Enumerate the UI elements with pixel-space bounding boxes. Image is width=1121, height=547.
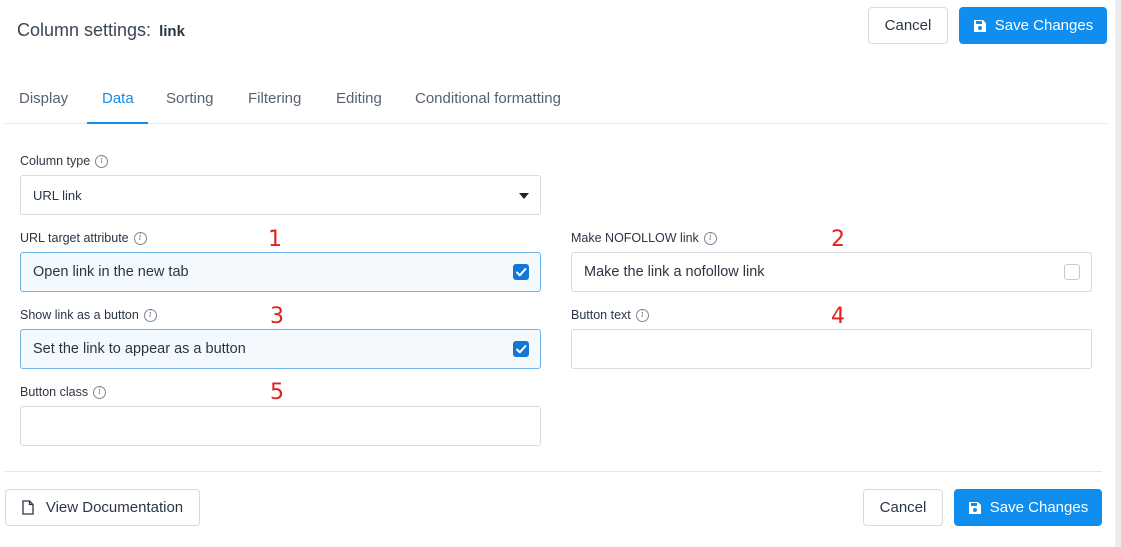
button-text-label: Button text i [571, 308, 649, 322]
tab-sorting[interactable]: Sorting [166, 82, 214, 124]
nofollow-field[interactable]: Make the link a nofollow link [571, 252, 1092, 292]
tab-label: Editing [336, 90, 382, 107]
info-icon[interactable]: i [93, 385, 107, 399]
caret-down-icon [519, 193, 529, 199]
button-class-label: Button class i [20, 385, 107, 399]
label-text: Column type [20, 154, 91, 168]
label-text: Make NOFOLLOW link [571, 231, 699, 245]
info-icon[interactable]: i [635, 308, 649, 322]
checkbox-checked-icon[interactable] [513, 264, 529, 280]
cancel-button-bottom[interactable]: Cancel [863, 489, 943, 526]
save-button-bottom[interactable]: Save Changes [954, 489, 1102, 526]
footer-divider [5, 471, 1102, 472]
view-documentation-button[interactable]: View Documentation [5, 489, 200, 526]
url-target-field[interactable]: Open link in the new tab [20, 252, 541, 292]
link-as-button-label: Show link as a button i [20, 308, 157, 322]
link-as-button-field[interactable]: Set the link to appear as a button [20, 329, 541, 369]
option-text: Open link in the new tab [33, 264, 189, 280]
tab-display[interactable]: Display [19, 82, 68, 124]
option-text: Set the link to appear as a button [33, 341, 246, 357]
button-class-input[interactable] [20, 406, 541, 446]
column-name: link [159, 23, 185, 40]
cancel-button-top[interactable]: Cancel [868, 7, 948, 44]
tab-conditional-formatting[interactable]: Conditional formatting [415, 82, 561, 124]
title-prefix: Column settings: [17, 20, 152, 40]
page-scrollbar[interactable] [1115, 0, 1121, 547]
marker-3: 3 [270, 304, 284, 329]
page-title: Column settings: link [17, 20, 185, 41]
marker-5: 5 [270, 380, 284, 405]
tab-label: Display [19, 90, 69, 107]
marker-2: 2 [831, 227, 845, 252]
label-text: Button class [20, 385, 89, 399]
tab-filtering[interactable]: Filtering [248, 82, 301, 124]
marker-4: 4 [831, 304, 845, 329]
tab-label: Conditional formatting [415, 90, 561, 107]
marker-1: 1 [268, 227, 282, 252]
info-icon[interactable]: i [143, 308, 157, 322]
save-label: Save Changes [994, 17, 1094, 34]
floppy-disk-icon [968, 501, 981, 514]
label-text: Button text [571, 308, 631, 322]
info-icon[interactable]: i [95, 154, 109, 168]
option-text: Make the link a nofollow link [584, 264, 765, 280]
tab-bar: Display Data Sorting Filtering Editing C… [5, 82, 1107, 124]
save-button-top[interactable]: Save Changes [959, 7, 1107, 44]
info-icon[interactable]: i [703, 231, 717, 245]
floppy-disk-icon [973, 19, 986, 32]
tab-editing[interactable]: Editing [336, 82, 382, 124]
column-type-select[interactable]: URL link [20, 175, 541, 215]
cancel-label: Cancel [879, 499, 927, 516]
save-label: Save Changes [989, 499, 1089, 516]
checkbox-unchecked-icon[interactable] [1064, 264, 1080, 280]
document-icon [22, 500, 34, 515]
column-type-label: Column type i [20, 154, 109, 168]
label-text: URL target attribute [20, 231, 129, 245]
tab-label: Data [102, 90, 134, 107]
tab-label: Filtering [248, 90, 302, 107]
checkbox-checked-icon[interactable] [513, 341, 529, 357]
url-target-label: URL target attribute i [20, 231, 147, 245]
cancel-label: Cancel [884, 17, 932, 34]
nofollow-label: Make NOFOLLOW link i [571, 231, 717, 245]
label-text: Show link as a button [20, 308, 139, 322]
select-value: URL link [33, 187, 82, 203]
docs-label: View Documentation [45, 499, 184, 516]
button-text-input[interactable] [571, 329, 1092, 369]
tab-label: Sorting [166, 90, 214, 107]
info-icon[interactable]: i [133, 231, 147, 245]
tab-data[interactable]: Data [87, 82, 148, 124]
